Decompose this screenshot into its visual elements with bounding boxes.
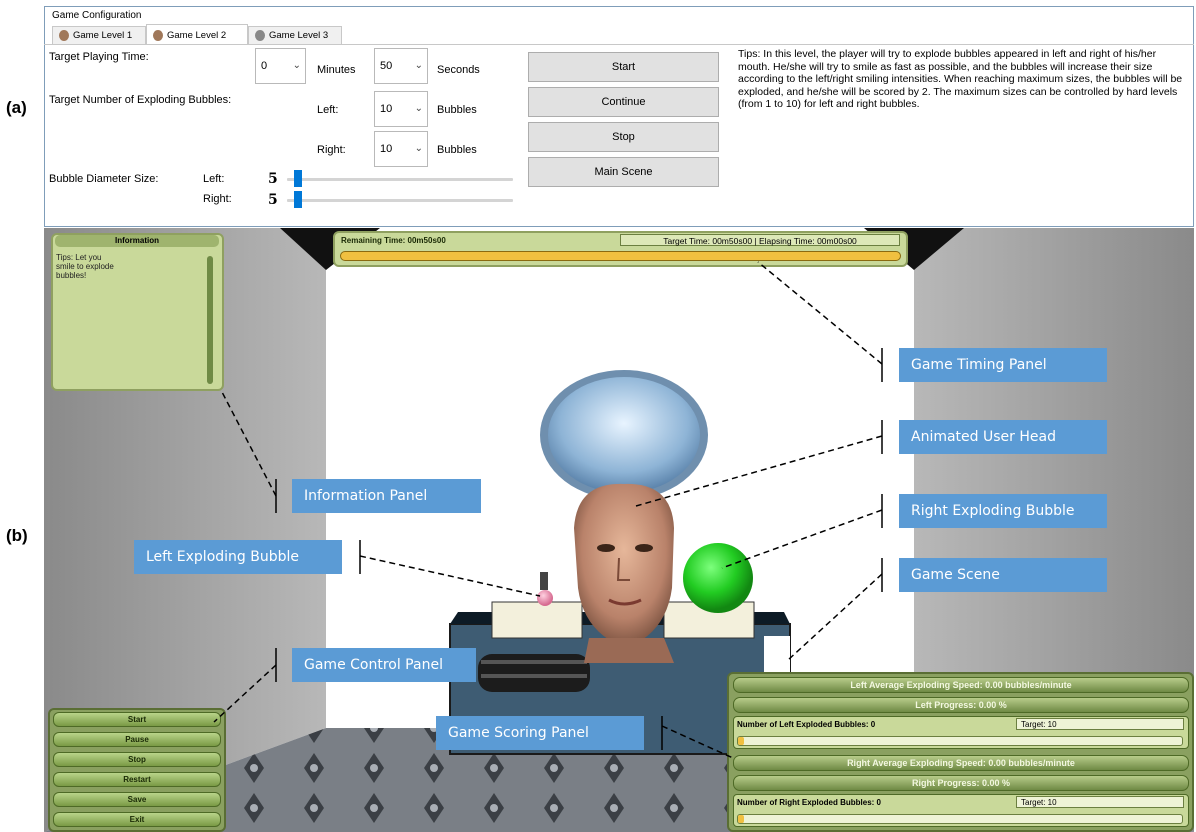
tab-game-level-2[interactable]: Game Level 2 bbox=[146, 24, 248, 45]
left-bubbles-value: 10 bbox=[380, 103, 393, 115]
annotation-game-scoring-panel: Game Scoring Panel bbox=[436, 716, 644, 750]
minutes-select[interactable]: 0 ⌄ bbox=[255, 48, 306, 84]
diameter-right-slider[interactable] bbox=[287, 199, 513, 202]
left-exploded-count: Number of Left Exploded Bubbles: 0 bbox=[737, 720, 876, 729]
info-scrollbar[interactable] bbox=[207, 256, 213, 384]
game-save-button[interactable]: Save bbox=[53, 792, 221, 807]
left-bubbles-select[interactable]: 10 ⌄ bbox=[374, 91, 428, 127]
figure-label-a: (a) bbox=[6, 98, 27, 117]
annotation-game-control-panel: Game Control Panel bbox=[292, 648, 476, 682]
target-bubbles-label: Target Number of Exploding Bubbles: bbox=[49, 94, 232, 106]
annotation-game-scene: Game Scene bbox=[899, 558, 1107, 592]
right-bubbles-unit: Bubbles bbox=[437, 144, 477, 156]
chevron-down-icon: ⌄ bbox=[414, 143, 423, 154]
head-icon bbox=[255, 30, 265, 41]
target-time-label: Target Playing Time: bbox=[49, 51, 149, 63]
seconds-value: 50 bbox=[380, 60, 393, 72]
game-pause-button[interactable]: Pause bbox=[53, 732, 221, 747]
game-restart-button[interactable]: Restart bbox=[53, 772, 221, 787]
right-target: Target: 10 bbox=[1016, 796, 1184, 808]
tab-label: Game Level 1 bbox=[73, 30, 133, 41]
right-bubbles-select[interactable]: 10 ⌄ bbox=[374, 131, 428, 167]
start-button[interactable]: Start bbox=[528, 52, 719, 82]
annotation-animated-user-head: Animated User Head bbox=[899, 420, 1107, 454]
diameter-right-label: Right: bbox=[203, 193, 232, 205]
diameter-label: Bubble Diameter Size: bbox=[49, 173, 159, 185]
left-speed-bar: Left Average Exploding Speed: 0.00 bubbl… bbox=[733, 677, 1189, 693]
target-elapsed-time: Target Time: 00m50s00 | Elapsing Time: 0… bbox=[620, 234, 900, 246]
game-exit-button[interactable]: Exit bbox=[53, 812, 221, 827]
tab-game-level-1[interactable]: Game Level 1 bbox=[52, 26, 146, 44]
annotation-right-exploding-bubble: Right Exploding Bubble bbox=[899, 494, 1107, 528]
minutes-value: 0 bbox=[261, 60, 268, 72]
right-bubbles-value: 10 bbox=[380, 143, 393, 155]
left-bubbles-label: Left: bbox=[317, 104, 339, 116]
annotation-left-exploding-bubble: Left Exploding Bubble bbox=[134, 540, 342, 574]
game-stop-button[interactable]: Stop bbox=[53, 752, 221, 767]
level-tips-text: Tips: In this level, the player will try… bbox=[738, 48, 1183, 110]
left-progress-bar: Left Progress: 0.00 % bbox=[733, 697, 1189, 713]
annotation-information-panel: Information Panel bbox=[292, 479, 481, 513]
continue-button[interactable]: Continue bbox=[528, 87, 719, 117]
head-icon bbox=[59, 30, 69, 41]
right-progress-bar: Right Progress: 0.00 % bbox=[733, 775, 1189, 791]
chevron-down-icon: ⌄ bbox=[414, 103, 423, 114]
left-score-progress bbox=[737, 736, 1183, 746]
diameter-left-value: 5 bbox=[268, 171, 278, 187]
diameter-right-value: 5 bbox=[268, 192, 278, 208]
diameter-left-slider[interactable] bbox=[287, 178, 513, 181]
slider-handle[interactable] bbox=[294, 170, 302, 187]
tab-divider bbox=[44, 44, 1194, 45]
tab-game-level-3[interactable]: Game Level 3 bbox=[248, 26, 342, 44]
annotation-game-timing-panel: Game Timing Panel bbox=[899, 348, 1107, 382]
tab-label: Game Level 2 bbox=[167, 29, 227, 41]
information-title: Information bbox=[55, 235, 219, 247]
timing-progress-bar bbox=[340, 251, 901, 261]
main-scene-button[interactable]: Main Scene bbox=[528, 157, 719, 187]
tab-label: Game Level 3 bbox=[269, 30, 329, 41]
information-text: Tips: Let you smile to explode bubbles! bbox=[56, 253, 114, 280]
stop-button[interactable]: Stop bbox=[528, 122, 719, 152]
right-speed-bar: Right Average Exploding Speed: 0.00 bubb… bbox=[733, 755, 1189, 771]
game-start-button[interactable]: Start bbox=[53, 712, 221, 727]
diameter-left-label: Left: bbox=[203, 173, 225, 185]
remaining-time: Remaining Time: 00m50s00 bbox=[341, 236, 446, 245]
chevron-down-icon: ⌄ bbox=[414, 60, 423, 71]
left-bubbles-unit: Bubbles bbox=[437, 104, 477, 116]
minutes-label: Minutes bbox=[317, 64, 356, 76]
slider-handle[interactable] bbox=[294, 191, 302, 208]
right-bubbles-label: Right: bbox=[317, 144, 346, 156]
seconds-label: Seconds bbox=[437, 64, 480, 76]
left-target: Target: 10 bbox=[1016, 718, 1184, 730]
head-icon bbox=[153, 29, 163, 41]
figure-label-b: (b) bbox=[6, 526, 28, 545]
right-score-progress bbox=[737, 814, 1183, 824]
chevron-down-icon: ⌄ bbox=[292, 60, 301, 71]
seconds-select[interactable]: 50 ⌄ bbox=[374, 48, 428, 84]
config-title: Game Configuration bbox=[52, 10, 142, 21]
right-exploded-count: Number of Right Exploded Bubbles: 0 bbox=[737, 798, 882, 807]
